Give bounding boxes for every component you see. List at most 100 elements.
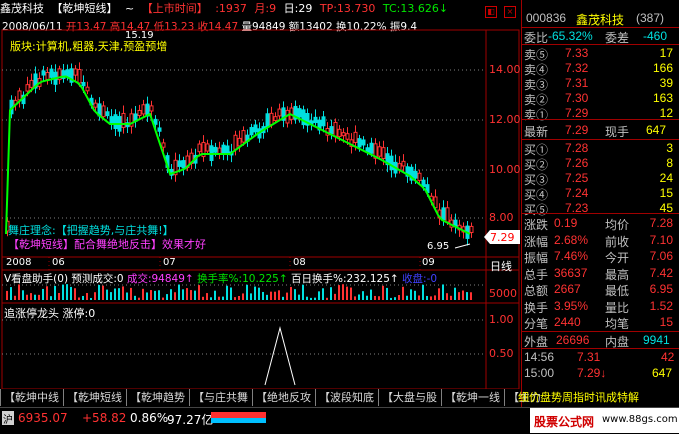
index-icon[interactable]: 沪 <box>2 411 14 426</box>
volume-bar <box>402 286 404 300</box>
volume-bar <box>422 284 424 300</box>
stat-row: 振幅 7.46% 今开 7.06 <box>524 249 673 265</box>
volume-bar <box>326 297 328 300</box>
low-marker: 6.95 <box>427 241 450 252</box>
volume-bar <box>290 286 292 300</box>
volume-bar <box>106 289 108 300</box>
kline-chart[interactable] <box>0 0 521 389</box>
tab-3[interactable]: 【与庄共舞 <box>189 389 251 406</box>
period-button[interactable]: 日线 <box>490 258 512 274</box>
candle-body <box>45 71 50 80</box>
volume-bar <box>150 290 152 300</box>
volume-bar <box>190 290 192 300</box>
wei-cha-value: -460 <box>643 29 668 43</box>
volume-bar <box>362 291 364 300</box>
candle-body <box>237 137 242 147</box>
candle-body <box>441 207 446 221</box>
candle-body <box>357 138 362 148</box>
candle-body <box>217 147 222 155</box>
volume-bar <box>130 287 132 300</box>
price-axis-3: 10.00 <box>489 163 521 176</box>
stat-row: 换手 3.95% 量比 1.52 <box>524 298 673 315</box>
volume-bars <box>6 284 472 300</box>
volume-bar <box>166 294 168 300</box>
volume-bar <box>302 284 304 300</box>
volume-bar <box>210 297 212 300</box>
turnover-value: 换手率%:10.225↑ <box>197 273 288 285</box>
volume-bar <box>214 290 216 300</box>
volume-bar <box>98 284 100 300</box>
volume-bar <box>158 290 160 300</box>
volume-bar <box>282 296 284 300</box>
index-amount: 97.27亿 <box>167 413 214 427</box>
candle-body <box>93 102 98 108</box>
volume-bar <box>46 286 48 300</box>
volume-bar <box>398 295 400 300</box>
candle-body <box>213 146 218 153</box>
date-09: 09 <box>422 257 435 268</box>
volume-bar <box>254 286 256 300</box>
volume-bar <box>442 284 444 300</box>
stat-row: 涨跌 0.19 均价 7.28 <box>524 216 673 232</box>
volume-bar <box>110 292 112 300</box>
volume-bar <box>234 297 236 300</box>
volume-bar <box>70 286 72 300</box>
tab-0[interactable]: 【乾坤中线 <box>0 389 62 406</box>
outer-value: 26696 <box>556 333 590 347</box>
candle-body <box>277 108 282 117</box>
volume-bar <box>298 294 300 300</box>
volume-bar <box>186 288 188 300</box>
volume-bar <box>470 292 472 300</box>
volume-bar <box>438 288 440 300</box>
volume-bar <box>466 292 468 300</box>
tab-6[interactable]: 【大盘与股 <box>378 389 440 406</box>
volume-bar <box>58 292 60 300</box>
volume-bar <box>454 287 456 300</box>
latest-value: 7.29 <box>565 123 589 137</box>
volume-bar <box>334 293 336 300</box>
volume-bar <box>82 295 84 300</box>
volume-bar <box>310 297 312 300</box>
volume-bar <box>294 289 296 300</box>
inner-value: 9941 <box>643 333 670 347</box>
stat-row: 总手 36637 最高 7.42 <box>524 265 673 282</box>
volume-bar <box>66 284 68 300</box>
volume-bar <box>30 293 32 300</box>
level-volume: 17 <box>659 46 673 60</box>
volume-bar <box>94 292 96 300</box>
moving-average-line <box>5 75 471 235</box>
tab-5[interactable]: 【波段知底 <box>315 389 377 406</box>
candle-body <box>177 160 182 167</box>
volume-bar <box>258 287 260 300</box>
candle-body <box>85 86 90 92</box>
volume-axis: 5000 <box>489 287 517 300</box>
close-label: 收盘:-0 <box>402 273 438 285</box>
candle-body <box>101 105 106 118</box>
volume-bar <box>14 295 16 300</box>
candle-body <box>137 109 142 117</box>
tab-1[interactable]: 【乾坤短线 <box>63 389 125 406</box>
volume-bar <box>78 297 80 300</box>
volume-bar <box>194 290 196 300</box>
candle-body <box>225 145 230 154</box>
tab-4[interactable]: 【绝地反攻 <box>252 389 314 406</box>
wei-bi-value: -65.32% <box>548 29 593 43</box>
tab-7[interactable]: 【乾坤一线 <box>441 389 503 406</box>
volume-bar <box>410 289 412 300</box>
level-volume: 163 <box>652 91 673 105</box>
volume-bar <box>314 297 316 300</box>
volume-value: 成交:94849↑ <box>126 273 194 285</box>
volume-bar <box>430 296 432 300</box>
level-volume: 8 <box>666 156 673 170</box>
high-marker: 15.19 <box>125 30 154 41</box>
panel-title: 000836 鑫茂科技 (387) <box>521 9 679 27</box>
candle-body <box>149 105 154 112</box>
indicator-tabs: 【乾坤中线 【乾坤短线 【乾坤趋势 【与庄共舞 【绝地反攻 【波段知底 【大盘与股 【乾坤一线… <box>0 389 541 407</box>
tab-2[interactable]: 【乾坤趋势 <box>126 389 188 406</box>
current-price-tag: 7.29 <box>490 231 515 244</box>
volume-title: V看盘助手(0) 预测成交:0 <box>4 273 124 285</box>
candle-body <box>469 225 474 233</box>
volume-bar <box>170 289 172 300</box>
candle-body <box>105 111 110 117</box>
volume-bar <box>450 295 452 300</box>
